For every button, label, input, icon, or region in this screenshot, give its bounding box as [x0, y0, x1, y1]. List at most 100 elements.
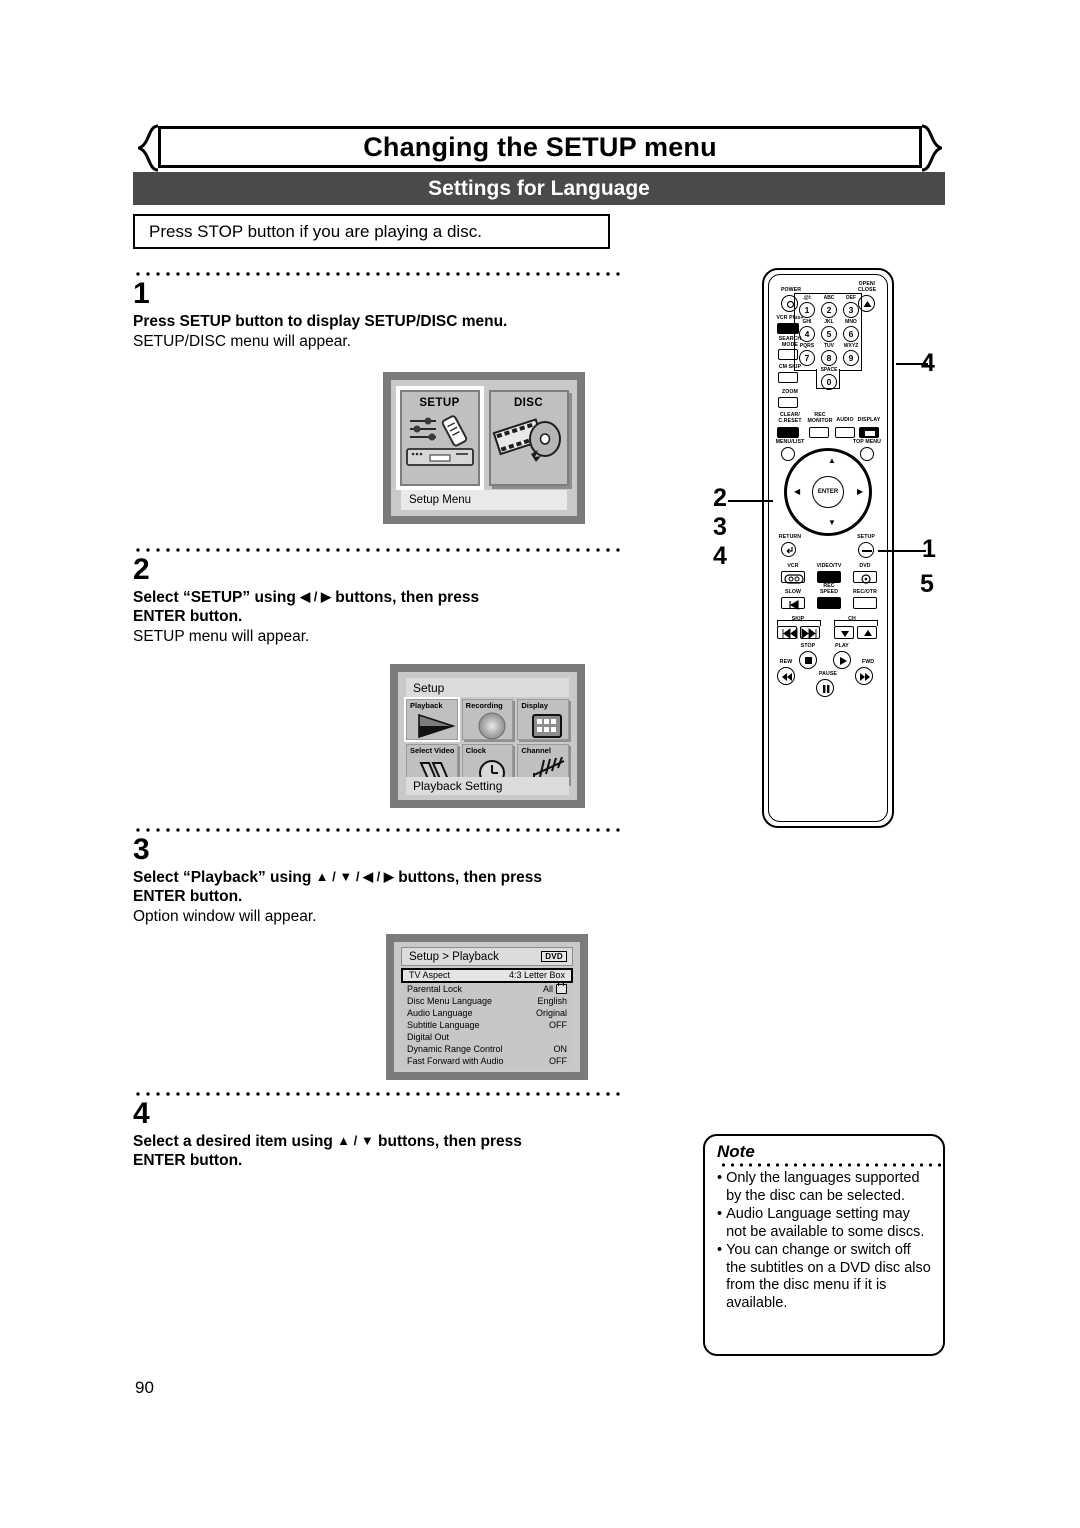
key-0-button[interactable]: 0 — [821, 374, 837, 390]
table-row[interactable]: Subtitle Language OFF — [401, 1019, 573, 1031]
note-box: Note • Only the languages supported by t… — [703, 1134, 945, 1356]
step-divider-dots — [133, 1092, 620, 1096]
setup-grid-cells: Playback Recording Display Select Video … — [404, 697, 569, 786]
callout-keypad: 4 — [921, 349, 935, 377]
rewind-icon — [782, 673, 792, 681]
slow-button[interactable] — [781, 597, 805, 611]
note-title: Note — [717, 1142, 755, 1161]
key-1-button[interactable]: 1 — [799, 302, 815, 318]
disc-card[interactable]: DISC — [488, 390, 569, 486]
row-value: OFF — [549, 1055, 567, 1066]
nav-left-icon[interactable]: ◀ — [794, 488, 800, 496]
stop-button[interactable] — [799, 651, 817, 669]
menu-list-button[interactable] — [781, 447, 795, 461]
row-value: OFF — [549, 1019, 567, 1030]
step-3-number: 3 — [133, 833, 150, 866]
nav-right-icon[interactable]: ▶ — [857, 488, 863, 496]
remote-control-diagram: POWER OPEN/ CLOSE VCR Plus+ SEARCH MODE … — [762, 268, 894, 828]
cm-skip-button[interactable] — [778, 372, 798, 383]
skip-forward-button[interactable] — [800, 626, 820, 639]
dvd-button[interactable] — [853, 571, 877, 584]
grid-cell-recording[interactable]: Recording — [461, 699, 514, 740]
key-1-letters: .@/: — [802, 295, 812, 301]
enter-button[interactable]: ENTER — [812, 476, 844, 508]
fwd-label: FWD — [861, 659, 875, 665]
step-3-heading-post: buttons, then press — [393, 869, 543, 886]
rewind-button[interactable] — [777, 667, 795, 685]
disc-card-label: DISC — [513, 397, 544, 409]
screen-setup-disc: SETUP DISC Setup Menu — [383, 372, 585, 524]
screen-playback-table: Setup > Playback DVD TV Aspect 4:3 Lette… — [386, 934, 588, 1080]
slow-label: SLOW — [785, 589, 801, 595]
pause-button[interactable] — [816, 679, 834, 697]
row-label: Subtitle Language — [407, 1019, 480, 1030]
setup-button[interactable] — [858, 542, 874, 558]
key-9-button[interactable]: 9 — [843, 350, 859, 366]
step-4-number: 4 — [133, 1097, 150, 1130]
vcr-button[interactable] — [781, 571, 805, 584]
display-button[interactable] — [859, 427, 879, 438]
vcr-label: VCR — [787, 563, 799, 569]
rec-speed-button[interactable] — [817, 597, 841, 609]
key-4-button[interactable]: 4 — [799, 326, 815, 342]
video-tv-button[interactable] — [817, 571, 841, 583]
audio-button[interactable] — [835, 427, 855, 438]
setup-grid-caption: Playback Setting — [406, 777, 569, 795]
rec-otr-label: REC/OTR — [852, 589, 878, 595]
step-4-heading-pre: Select a desired item using — [133, 1133, 338, 1150]
menu-list-label: MENU/LIST — [775, 439, 805, 445]
setup-label: SETUP — [857, 534, 875, 540]
grid-cell-playback-label: Playback — [410, 701, 443, 710]
channel-up-button[interactable] — [857, 626, 877, 639]
key-7-button[interactable]: 7 — [799, 350, 815, 366]
rec-monitor-button[interactable] — [809, 427, 829, 438]
key-6-button[interactable]: 6 — [843, 326, 859, 342]
table-row[interactable]: Disc Menu Language English — [401, 995, 573, 1007]
callout-nav-c: 4 — [713, 542, 727, 570]
key-2-button[interactable]: 2 — [821, 302, 837, 318]
row-value: All — [542, 984, 553, 995]
skip-next-icon — [801, 628, 817, 639]
table-row[interactable]: TV Aspect 4:3 Letter Box — [401, 968, 573, 983]
navigation-ring[interactable]: ▲ ▼ ◀ ▶ ENTER — [784, 448, 872, 536]
step-2-number: 2 — [133, 553, 150, 586]
rew-label: REW — [779, 659, 793, 665]
channel-down-button[interactable] — [834, 626, 854, 639]
clear-reset-button[interactable] — [777, 427, 799, 438]
callout-setup-a: 1 — [922, 535, 936, 563]
note-bullet: • — [717, 1170, 723, 1186]
playback-table-title: Setup > Playback — [409, 950, 499, 963]
film-disc-icon — [492, 418, 561, 462]
table-row[interactable]: Audio Language Original — [401, 1007, 573, 1019]
grid-cell-display[interactable]: Display — [517, 699, 569, 740]
key-5-button[interactable]: 5 — [821, 326, 837, 342]
row-label: Disc Menu Language — [407, 996, 493, 1007]
top-menu-button[interactable] — [860, 447, 874, 461]
return-button[interactable] — [781, 542, 796, 557]
skip-back-button[interactable] — [777, 626, 798, 639]
key-3-button[interactable]: 3 — [843, 302, 859, 318]
nav-down-icon[interactable]: ▼ — [828, 519, 836, 527]
rec-otr-button[interactable] — [853, 597, 877, 609]
step-4-heading-line2: ENTER button. — [133, 1152, 243, 1169]
fast-forward-button[interactable] — [855, 667, 873, 685]
table-row[interactable]: Fast Forward with Audio OFF — [401, 1055, 573, 1066]
row-value: ON — [553, 1043, 568, 1054]
table-row[interactable]: Digital Out — [401, 1031, 573, 1043]
callout-line-setup — [878, 550, 926, 552]
grid-cell-playback[interactable]: Playback — [404, 697, 460, 742]
play-icon — [840, 657, 847, 665]
callout-line-nav — [728, 500, 773, 502]
page-title-banner: Changing the SETUP menu — [138, 124, 942, 172]
zoom-button[interactable] — [778, 397, 798, 408]
callout-setup-b: 5 — [920, 570, 934, 598]
table-row[interactable]: Dynamic Range Control ON — [401, 1043, 573, 1055]
return-label: RETURN — [778, 534, 802, 540]
prerequisite-text: Press STOP button if you are playing a d… — [149, 221, 482, 241]
play-button[interactable] — [833, 651, 851, 669]
table-row[interactable]: Parental Lock All — [401, 982, 573, 995]
nav-up-icon[interactable]: ▲ — [828, 457, 836, 465]
return-arrow-icon — [786, 547, 793, 554]
key-8-button[interactable]: 8 — [821, 350, 837, 366]
setup-card[interactable]: SETUP — [395, 386, 484, 490]
